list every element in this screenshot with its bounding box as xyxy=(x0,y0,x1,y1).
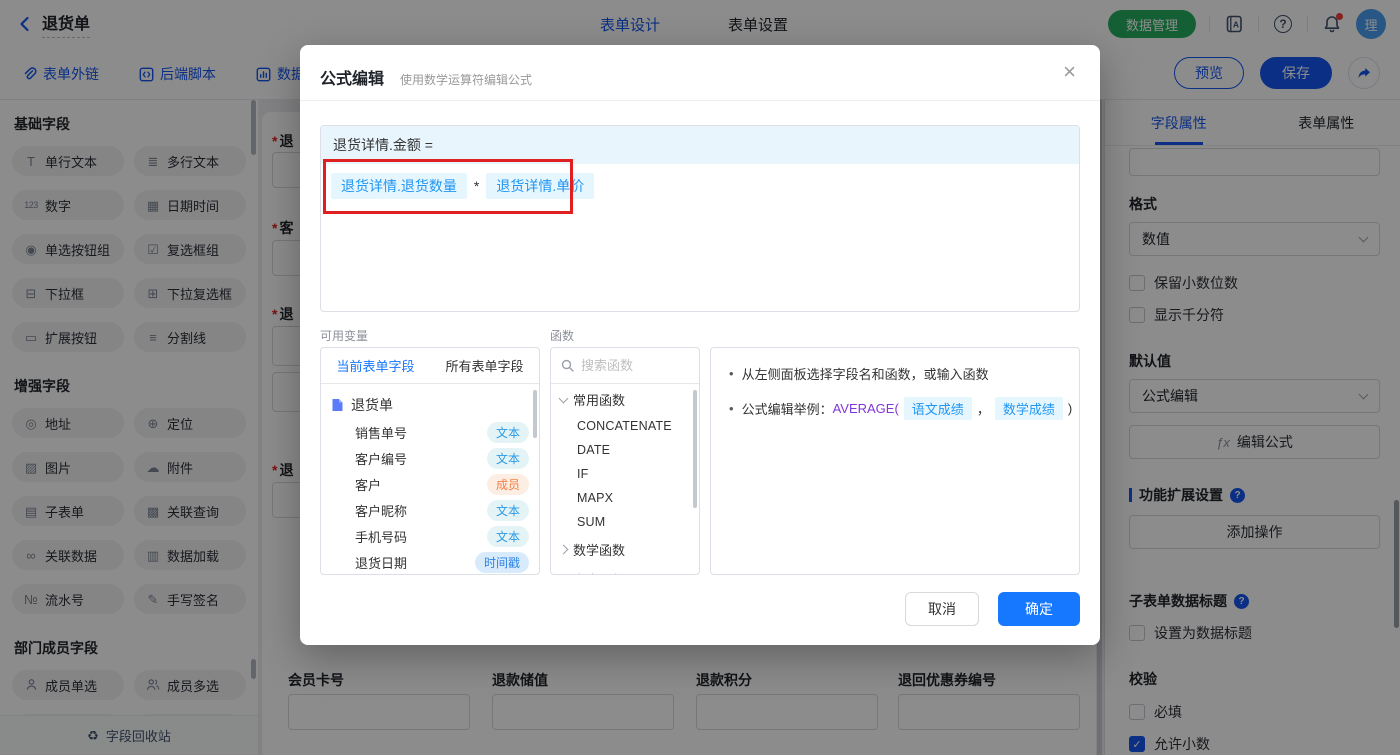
help-line-1: • 从左侧面板选择字段名和函数，或输入函数 xyxy=(729,366,989,382)
average-function-text: AVERAGE( xyxy=(832,401,899,416)
type-badge: 文本 xyxy=(486,421,529,443)
function-group-common[interactable]: 常用函数 xyxy=(551,384,699,414)
variable-row-customer[interactable]: 客户 成员 xyxy=(321,471,539,497)
function-if[interactable]: IF xyxy=(551,462,699,486)
modal-subtitle: 使用数学运算符编辑公式 xyxy=(400,73,533,87)
variable-row-sales-no[interactable]: 销售单号 文本 xyxy=(321,419,539,445)
red-annotation-box xyxy=(323,159,573,214)
formula-edit-modal: 公式编辑 使用数学运算符编辑公式 × 退货详情.金额 = 退货详情.退货数量 *… xyxy=(300,45,1100,645)
variable-row-phone[interactable]: 手机号码 文本 xyxy=(321,523,539,549)
function-search-input[interactable] xyxy=(581,358,681,373)
variable-row-nickname[interactable]: 客户昵称 文本 xyxy=(321,497,539,523)
tab-current-form-fields[interactable]: 当前表单字段 xyxy=(321,348,430,383)
variables-tree-root[interactable]: 退货单 xyxy=(321,391,539,419)
functions-label: 函数 xyxy=(550,329,575,343)
type-badge: 文本 xyxy=(486,447,529,469)
tab-all-form-fields[interactable]: 所有表单字段 xyxy=(430,348,539,383)
type-badge: 文本 xyxy=(486,499,529,521)
function-group-text[interactable]: 文本函数 xyxy=(551,564,699,574)
function-mapx[interactable]: MAPX xyxy=(551,486,699,510)
type-badge: 成员 xyxy=(486,473,529,495)
formula-help-panel: • 从左侧面板选择字段名和函数，或输入函数 • 公式编辑举例： AVERAGE( … xyxy=(710,347,1080,575)
variable-row-return-date[interactable]: 退货日期 时间戳 xyxy=(321,549,539,574)
confirm-button[interactable]: 确定 xyxy=(998,592,1080,626)
example-chip: 语文成绩 xyxy=(903,397,972,420)
document-icon xyxy=(332,399,343,411)
help-line-2: • 公式编辑举例： AVERAGE( 语文成绩 ， 数学成绩 ) xyxy=(725,397,1072,420)
variables-scrollbar-thumb[interactable] xyxy=(533,390,537,438)
variables-label: 可用变量 xyxy=(320,329,369,343)
variable-row-customer-no[interactable]: 客户编号 文本 xyxy=(321,445,539,471)
search-icon xyxy=(561,359,574,372)
function-group-math[interactable]: 数学函数 xyxy=(551,534,699,564)
type-badge: 时间戳 xyxy=(474,551,529,573)
function-sum[interactable]: SUM xyxy=(551,510,699,534)
example-chip: 数学成绩 xyxy=(994,397,1063,420)
chevron-right-icon xyxy=(558,544,569,555)
cancel-button[interactable]: 取消 xyxy=(905,592,979,626)
close-icon[interactable]: × xyxy=(1063,61,1076,83)
modal-title: 公式编辑 xyxy=(320,71,385,88)
function-concatenate[interactable]: CONCATENATE xyxy=(551,414,699,438)
variables-panel: 当前表单字段 所有表单字段 退货单 销售单号 文本 客户编号 文本 客户 成员 客户昵… xyxy=(320,347,540,575)
type-badge: 文本 xyxy=(486,525,529,547)
functions-scrollbar-thumb[interactable] xyxy=(693,390,697,508)
function-date[interactable]: DATE xyxy=(551,438,699,462)
chevron-down-icon xyxy=(558,393,569,404)
formula-editor[interactable]: 退货详情.金额 = 退货详情.退货数量 * 退货详情.单价 xyxy=(320,125,1080,312)
modal-header-divider xyxy=(300,100,1100,101)
function-search[interactable] xyxy=(551,348,699,384)
functions-panel: 常用函数 CONCATENATE DATE IF MAPX SUM 数学函数 文… xyxy=(550,347,700,575)
